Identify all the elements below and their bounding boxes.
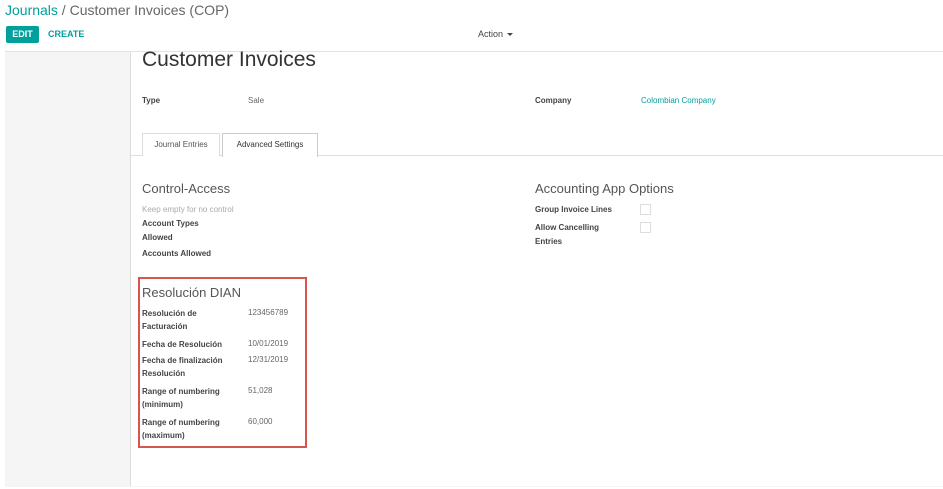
tab-advanced-settings[interactable]: Advanced Settings	[222, 133, 318, 157]
accounting-options-title: Accounting App Options	[535, 181, 674, 196]
allow-cancelling-checkbox[interactable]	[640, 222, 651, 233]
company-label: Company	[535, 96, 572, 105]
allow-cancelling-label-line1: Allow Cancelling	[535, 223, 600, 232]
range-max-label-line2: (maximum)	[142, 431, 185, 440]
control-access-title: Control-Access	[142, 181, 231, 196]
control-panel: Journals / Customer Invoices (COP) EDIT …	[0, 0, 943, 50]
allow-cancelling-label-line2: Entries	[535, 237, 563, 246]
fecha-finalizacion-label-line2: Resolución	[142, 369, 186, 378]
fecha-finalizacion-label-line1: Fecha de finalización	[142, 356, 223, 365]
resolucion-label-line1: Resolución de	[142, 309, 197, 318]
type-label: Type	[142, 96, 161, 105]
resolucion-value: 123456789	[248, 308, 289, 317]
create-button[interactable]: CREATE	[48, 26, 84, 43]
range-max-value: 60,000	[248, 417, 273, 426]
caret-down-icon	[507, 33, 514, 37]
edit-button[interactable]: EDIT	[6, 26, 39, 43]
dian-title: Resolución DIAN	[142, 285, 241, 300]
fecha-resolucion-value: 10/01/2019	[248, 339, 289, 348]
account-types-label-line2: Allowed	[142, 233, 173, 242]
group-invoice-lines-label: Group Invoice Lines	[535, 205, 612, 214]
fecha-resolucion-label: Fecha de Resolución	[142, 340, 223, 349]
accounts-allowed-label: Accounts Allowed	[142, 249, 212, 258]
breadcrumb-journals-link[interactable]: Journals	[5, 2, 58, 18]
range-min-label: Range of numbering (minimum)	[142, 385, 242, 411]
group-invoice-lines-checkbox[interactable]	[640, 204, 651, 215]
company-value-link[interactable]: Colombian Company	[641, 96, 716, 105]
breadcrumb: Journals / Customer Invoices (COP)	[5, 2, 229, 18]
page-title: Customer Invoices	[142, 48, 316, 71]
action-dropdown-label: Action	[478, 29, 504, 39]
fecha-finalizacion-value: 12/31/2019	[248, 355, 289, 364]
tab-journal-entries[interactable]: Journal Entries	[142, 133, 220, 156]
range-max-label-line1: Range of numbering	[142, 418, 220, 427]
fecha-finalizacion-label: Fecha de finalización Resolución	[142, 354, 242, 380]
account-types-label-line1: Account Types	[142, 219, 199, 228]
range-max-label: Range of numbering (maximum)	[142, 416, 242, 442]
action-dropdown[interactable]: Action	[478, 27, 514, 42]
type-value: Sale	[248, 96, 265, 105]
control-access-hint: Keep empty for no control	[142, 205, 234, 214]
range-min-label-line1: Range of numbering	[142, 387, 220, 396]
resolucion-label: Resolución de Facturación	[142, 307, 242, 333]
range-min-value: 51,028	[248, 386, 273, 395]
breadcrumb-current: Customer Invoices (COP)	[69, 2, 230, 18]
range-min-label-line2: (minimum)	[142, 400, 183, 409]
resolucion-label-line2: Facturación	[142, 322, 188, 331]
breadcrumb-separator: /	[57, 2, 70, 18]
